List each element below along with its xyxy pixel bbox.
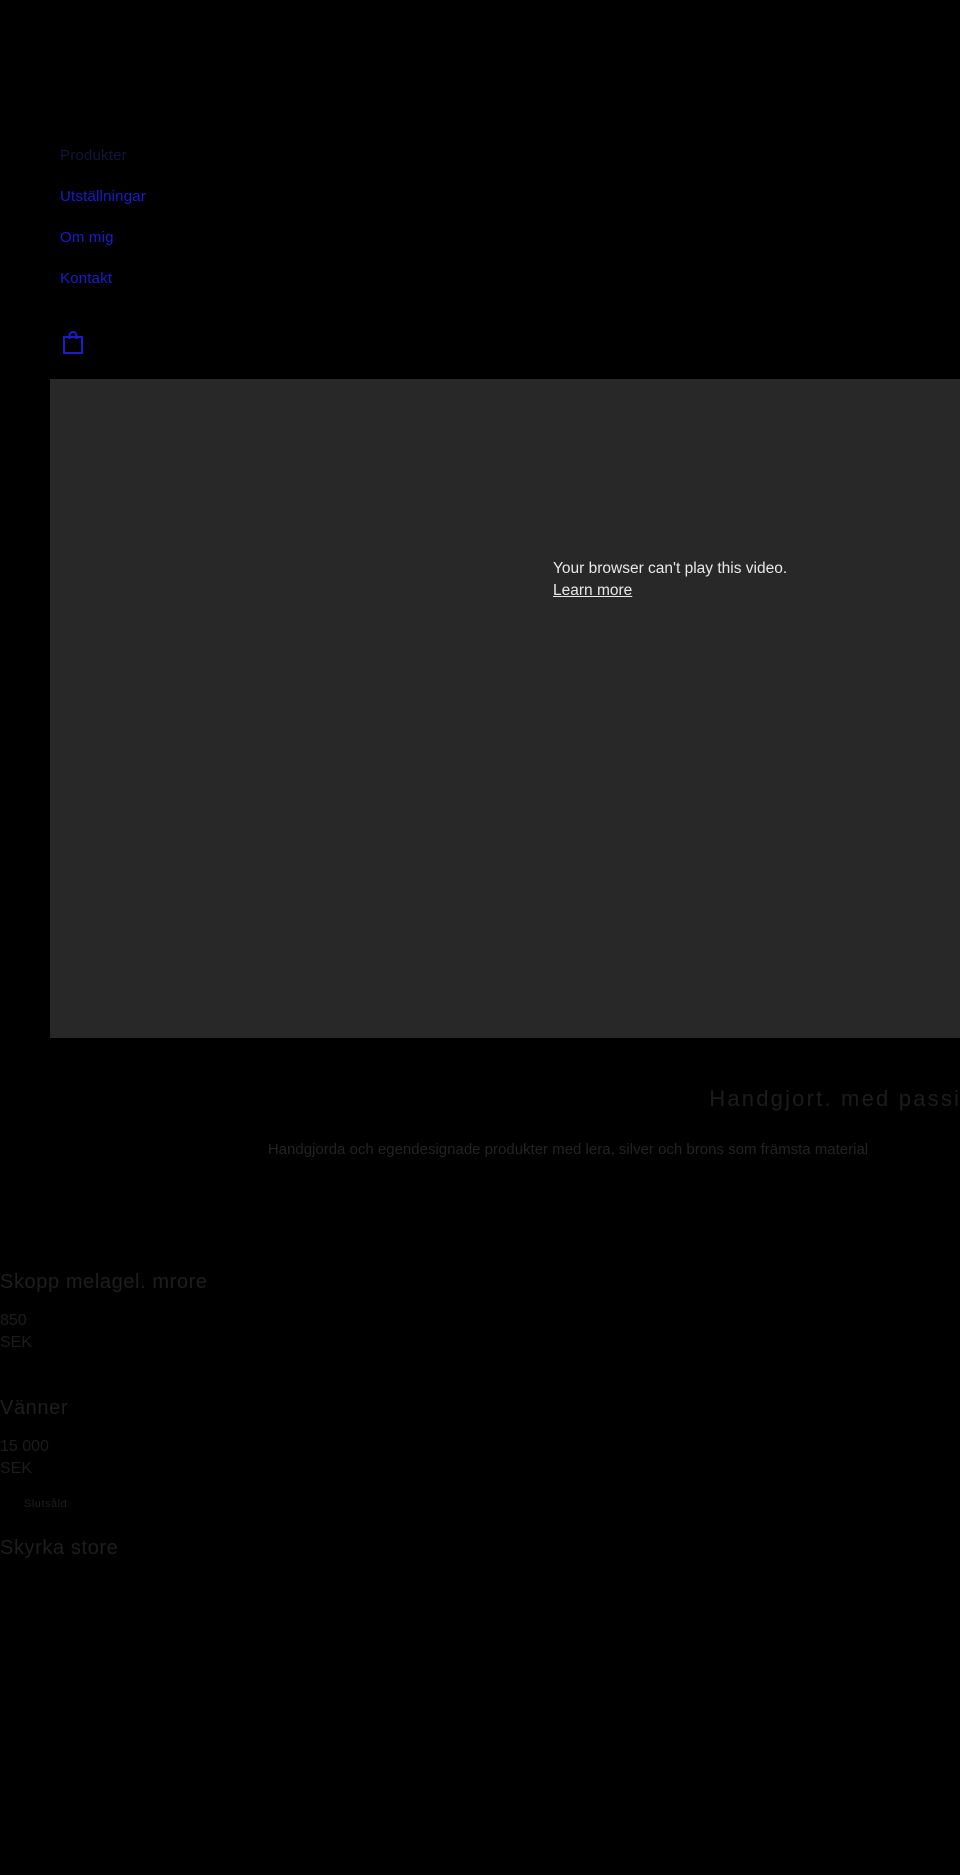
product-price: 850: [0, 1312, 27, 1329]
hero-section: Handgjort. med passion Handgjorda och eg…: [0, 1086, 960, 1160]
product-card[interactable]: Vänner 15 000 SEK: [0, 1396, 960, 1479]
product-card[interactable]: Skopp melagel. mrore 850 SEK: [0, 1270, 960, 1353]
learn-more-link[interactable]: Learn more: [553, 581, 632, 602]
product-title: Skyrka store: [0, 1537, 119, 1559]
hero-subtitle: Handgjorda och egendesignade produkter m…: [267, 1141, 869, 1159]
nav-item-om-mig[interactable]: Om mig: [60, 230, 146, 245]
product-title: Skopp melagel. mrore: [0, 1271, 208, 1293]
main-navigation: Produkter Utställningar Om mig Kontakt: [60, 148, 146, 356]
product-currency: SEK: [0, 1333, 33, 1351]
product-title: Vänner: [0, 1397, 69, 1419]
nav-item-kontakt[interactable]: Kontakt: [60, 271, 146, 286]
product-card[interactable]: Slutsåld: [24, 1494, 960, 1512]
product-card[interactable]: Skyrka store: [0, 1536, 960, 1560]
hero-title: Handgjort. med passion: [709, 1086, 960, 1111]
status-badge: Slutsåld: [24, 1498, 68, 1510]
nav-item-utstallningar[interactable]: Utställningar: [60, 189, 146, 204]
product-price: 15 000: [0, 1438, 49, 1455]
video-error-text: Your browser can't play this video.: [553, 560, 788, 577]
product-currency: SEK: [0, 1459, 33, 1477]
nav-item-produkter[interactable]: Produkter: [60, 148, 146, 163]
video-player[interactable]: Your browser can't play this video. Lear…: [50, 379, 960, 1038]
video-error-message: Your browser can't play this video. Lear…: [553, 559, 953, 602]
page-root: Produkter Utställningar Om mig Kontakt Y…: [0, 0, 960, 1875]
shopping-bag-icon[interactable]: [60, 328, 86, 356]
